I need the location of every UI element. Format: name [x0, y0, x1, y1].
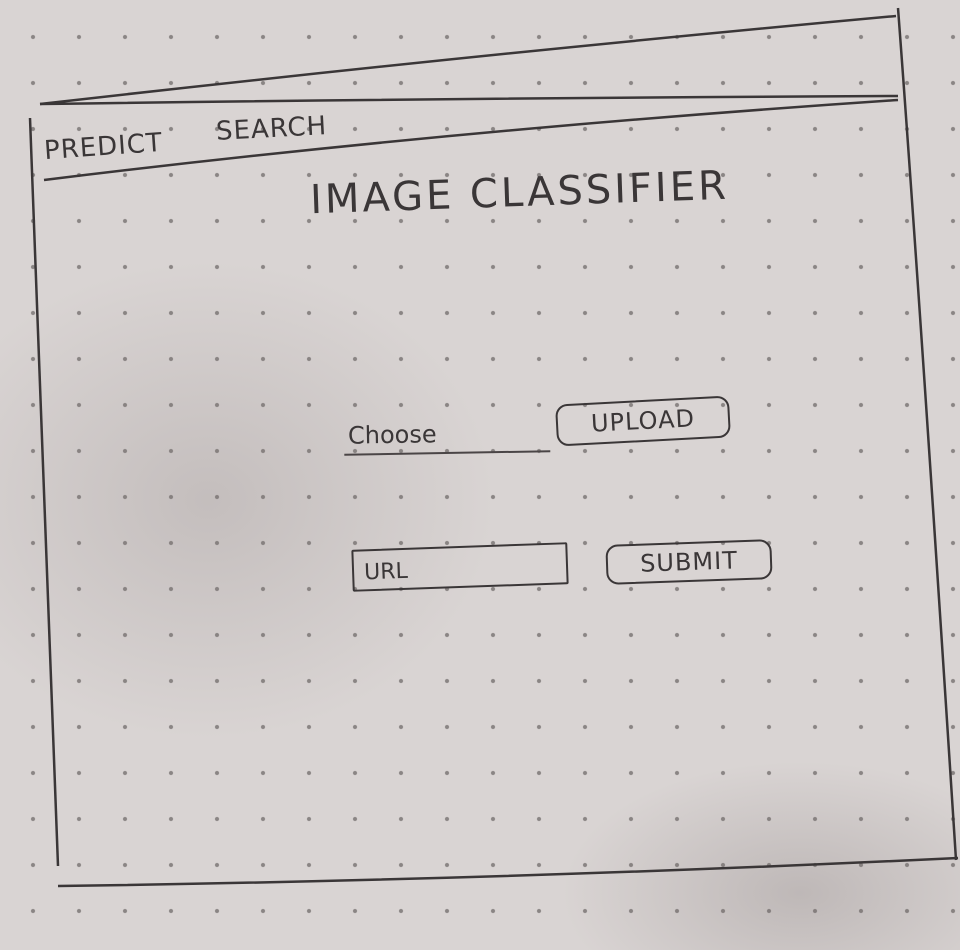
- window-left-edge: [28, 117, 60, 867]
- submit-button[interactable]: SUBMIT: [605, 539, 773, 585]
- url-input[interactable]: [351, 542, 569, 592]
- nav-bar-top-line: [39, 94, 899, 106]
- nav-link-search[interactable]: SEARCH: [215, 111, 328, 147]
- window-top-edge: [39, 14, 897, 106]
- choose-file-button[interactable]: Choose: [343, 416, 551, 456]
- window-right-edge: [896, 7, 958, 861]
- nav-bar-bottom-line: [43, 98, 899, 182]
- window-bottom-edge: [57, 856, 959, 888]
